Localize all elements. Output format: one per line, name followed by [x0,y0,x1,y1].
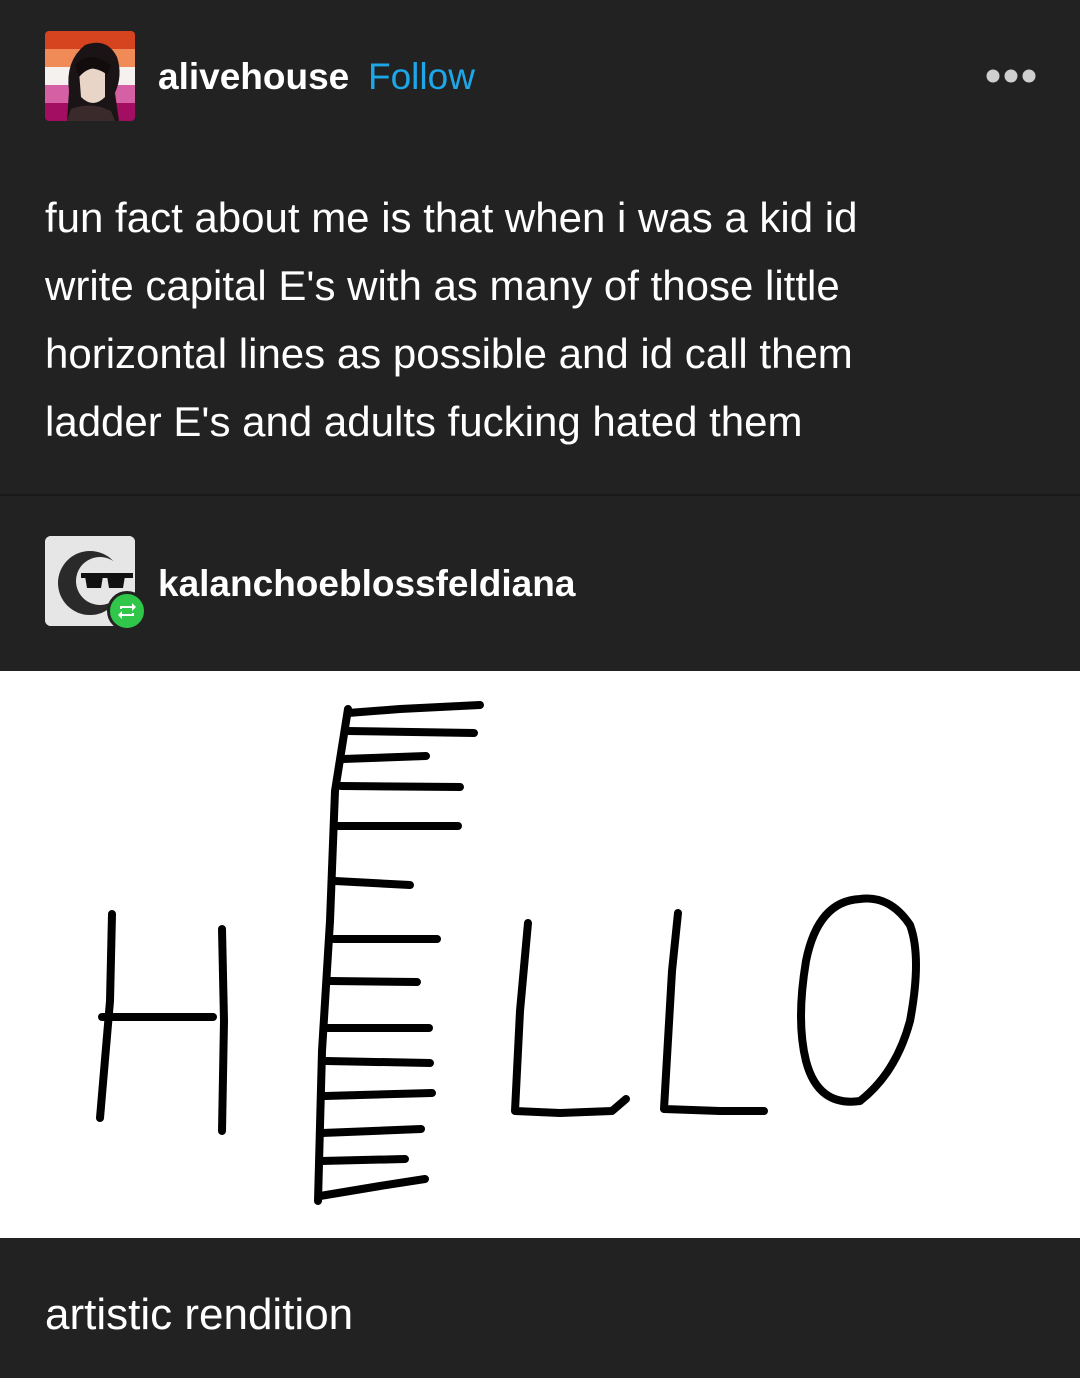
reblog-caption: artistic rendition [45,1290,354,1339]
reblog-icon [107,591,147,631]
tumblr-post: alivehouse Follow fun fact about me is t… [0,0,1080,1378]
reblog-header: kalanchoeblossfeldiana [0,496,1080,671]
ellipsis-icon[interactable] [985,66,1037,86]
post-header: alivehouse Follow [0,0,1080,160]
author-avatar[interactable] [45,31,135,121]
post-body-text: fun fact about me is that when i was a k… [45,194,858,445]
hand-drawn-hello-image [96,701,920,1205]
reblogger-username[interactable]: kalanchoeblossfeldiana [158,563,575,605]
author-username[interactable]: alivehouse [158,56,349,98]
avatar-image [45,31,135,121]
hello-ladder-e-drawing [0,671,1080,1238]
follow-button[interactable]: Follow [368,56,475,98]
